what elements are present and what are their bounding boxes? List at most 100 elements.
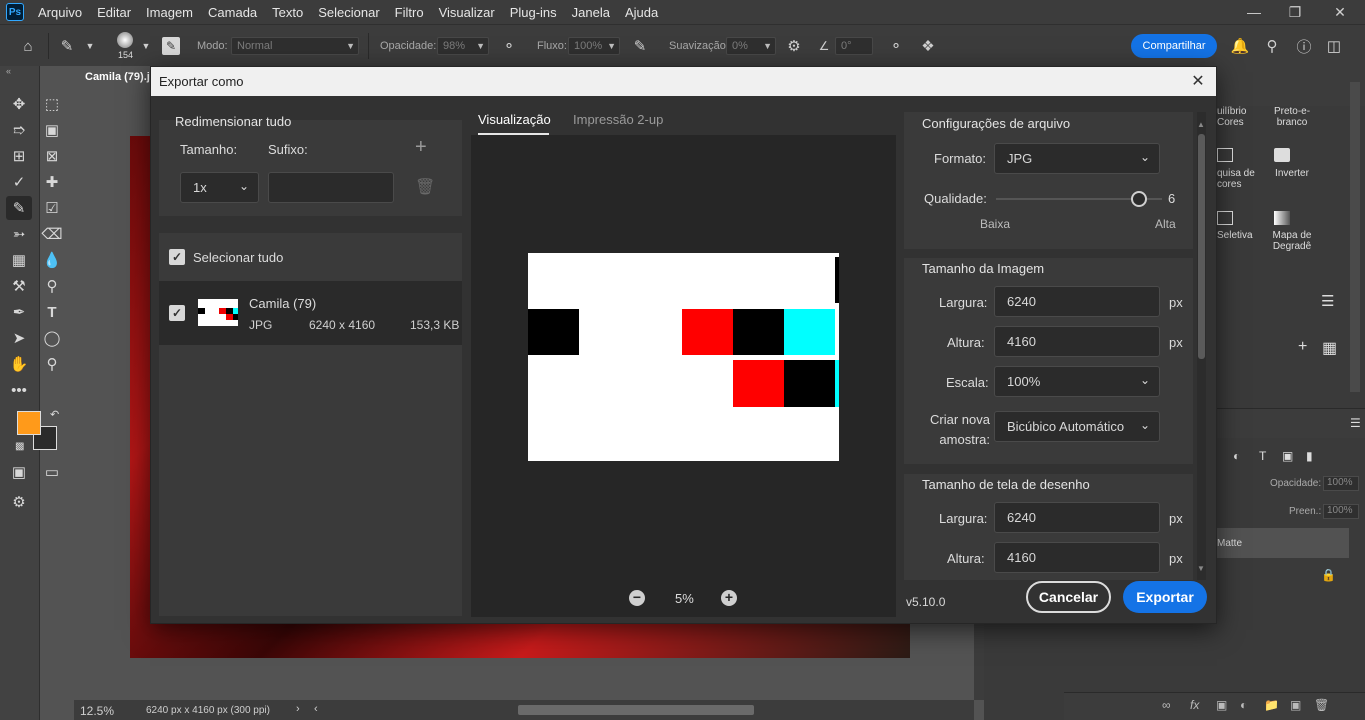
ellipse-tool-icon[interactable]: ◯ bbox=[39, 326, 65, 350]
chevron-left-icon[interactable]: ‹ bbox=[314, 703, 318, 715]
adjustment-invert[interactable]: Inverter bbox=[1263, 168, 1321, 179]
screen-mode-icon[interactable]: ▭ bbox=[39, 460, 65, 484]
adjustment-black-white[interactable]: Preto-e-branco bbox=[1263, 106, 1321, 128]
gradient-tool-icon[interactable]: ▦ bbox=[6, 248, 32, 272]
layer-row[interactable]: Matte bbox=[1217, 528, 1349, 558]
marquee-tool-icon[interactable]: ⬚ bbox=[39, 92, 65, 116]
type-tool-icon[interactable]: T bbox=[39, 300, 65, 324]
symmetry-icon[interactable]: ❖ bbox=[919, 37, 937, 55]
history-brush-tool-icon[interactable]: ➳ bbox=[6, 222, 32, 246]
cancel-button[interactable]: Cancelar bbox=[1026, 581, 1111, 613]
panel-scrollbar[interactable] bbox=[1350, 82, 1360, 392]
trash-icon[interactable]: 🗑 bbox=[1314, 698, 1329, 712]
stamp-tool-icon[interactable]: ☑ bbox=[39, 196, 65, 220]
bell-icon[interactable]: 🔔 bbox=[1231, 37, 1250, 55]
add-icon[interactable]: + bbox=[415, 136, 427, 159]
chevron-right-icon[interactable]: › bbox=[296, 703, 300, 715]
restore-icon[interactable]: ❐ bbox=[1275, 0, 1315, 24]
adjustment-icon[interactable]: ◐ bbox=[1240, 698, 1247, 712]
frame-tool-icon[interactable]: ⊠ bbox=[39, 144, 65, 168]
size-select[interactable]: 1x ⌄ bbox=[180, 172, 259, 203]
grid-icon[interactable]: ▦ bbox=[1322, 338, 1337, 358]
export-button[interactable]: Exportar bbox=[1123, 581, 1207, 613]
dodge-tool-icon[interactable]: ⚒ bbox=[6, 274, 32, 298]
canvas-height-input[interactable]: 4160 bbox=[994, 542, 1160, 573]
menu-selecionar[interactable]: Selecionar bbox=[318, 5, 379, 20]
resample-select[interactable]: Bicúbico Automático ⌄ bbox=[994, 411, 1160, 442]
adjustment-gradient-map[interactable]: Mapa de Degradê bbox=[1263, 230, 1321, 252]
lock-icon[interactable]: 🔒 bbox=[1321, 568, 1336, 582]
suffix-input[interactable] bbox=[268, 172, 394, 203]
close-window-icon[interactable]: ✕ bbox=[1320, 0, 1360, 24]
width-input[interactable]: 6240 bbox=[994, 286, 1160, 317]
zoom-lens-icon[interactable]: ⚲ bbox=[39, 274, 65, 298]
menu-imagem[interactable]: Imagem bbox=[146, 5, 193, 20]
swap-colors-icon[interactable]: ↶ bbox=[50, 408, 59, 421]
adjustment-color-lookup[interactable]: quisa de cores bbox=[1217, 168, 1257, 190]
chevron-down-icon[interactable]: ▼ bbox=[140, 37, 152, 55]
menu-janela[interactable]: Janela bbox=[572, 5, 610, 20]
angle-field[interactable]: 0° bbox=[835, 37, 873, 55]
gear-icon[interactable]: ⚙ bbox=[785, 37, 803, 55]
menu-visualizar[interactable]: Visualizar bbox=[439, 5, 495, 20]
tab-2up[interactable]: Impressão 2-up bbox=[573, 112, 663, 127]
mode-select[interactable]: Normal ▼ bbox=[231, 37, 359, 55]
eraser-tool-icon[interactable]: ⌫ bbox=[39, 222, 65, 246]
layer-opacity-field[interactable]: 100% bbox=[1323, 476, 1359, 491]
pressure-size-icon[interactable]: ⚬ bbox=[887, 37, 905, 55]
height-input[interactable]: 4160 bbox=[994, 326, 1160, 357]
crop-tool-icon[interactable]: ⊞ bbox=[6, 144, 32, 168]
close-icon[interactable]: ✕ bbox=[1188, 71, 1208, 91]
help-icon[interactable]: ⓘ bbox=[1295, 37, 1313, 56]
canvas-width-input[interactable]: 6240 bbox=[994, 502, 1160, 533]
healing-brush-tool-icon[interactable]: ✚ bbox=[39, 170, 65, 194]
link-layers-icon[interactable]: ∞ bbox=[1162, 698, 1171, 712]
type-filter-icon[interactable]: T bbox=[1259, 449, 1266, 463]
select-all-checkbox[interactable]: ✓ bbox=[169, 249, 185, 265]
format-select[interactable]: JPG ⌄ bbox=[994, 143, 1160, 174]
more-tools-icon[interactable]: ••• bbox=[6, 378, 32, 402]
smart-object-filter-icon[interactable]: ▮ bbox=[1306, 449, 1313, 463]
pen-tool-icon[interactable]: ✒ bbox=[6, 300, 32, 324]
chevron-down-icon[interactable]: ▼ bbox=[84, 37, 96, 55]
scrollbar-thumb[interactable] bbox=[1198, 134, 1205, 359]
generative-tool-icon[interactable]: ⚙ bbox=[6, 490, 32, 514]
brush-tool-icon[interactable]: ✎ bbox=[6, 196, 32, 220]
adjustment-selective-color[interactable]: Seletiva bbox=[1217, 230, 1257, 241]
menu-arquivo[interactable]: Arquivo bbox=[38, 5, 82, 20]
fx-icon[interactable]: fx bbox=[1190, 698, 1199, 712]
zoom-tool-icon[interactable]: ⚲ bbox=[39, 352, 65, 376]
minimize-icon[interactable]: — bbox=[1234, 0, 1274, 24]
menu-plugins[interactable]: Plug-ins bbox=[510, 5, 557, 20]
adjustment-layer-icon[interactable]: ◐ bbox=[1233, 449, 1240, 463]
default-colors-icon[interactable]: ▩ bbox=[15, 441, 24, 452]
tab-preview[interactable]: Visualização bbox=[478, 112, 551, 127]
menu-texto[interactable]: Texto bbox=[272, 5, 303, 20]
quality-slider-thumb[interactable] bbox=[1130, 191, 1147, 207]
adjustment-color-balance[interactable]: uilíbrio Cores bbox=[1217, 106, 1257, 128]
home-icon[interactable]: ⌂ bbox=[19, 37, 37, 55]
asset-row[interactable]: ✓ Camila (79) JPG 6240 x 4160 153,3 KB bbox=[159, 281, 462, 345]
horizontal-scrollbar[interactable] bbox=[518, 705, 754, 715]
foreground-color-swatch[interactable] bbox=[17, 411, 41, 435]
opacity-field[interactable]: 98% ▼ bbox=[437, 37, 489, 55]
brush-tool-icon[interactable]: ✎ bbox=[58, 37, 76, 55]
zoom-out-icon[interactable]: − bbox=[629, 590, 645, 606]
blur-tool-icon[interactable]: 💧 bbox=[39, 248, 65, 272]
quality-slider[interactable] bbox=[996, 191, 1162, 207]
flow-field[interactable]: 100% ▼ bbox=[568, 37, 620, 55]
add-icon[interactable]: + bbox=[1298, 338, 1307, 356]
search-icon[interactable]: ⚲ bbox=[1263, 37, 1281, 55]
quick-mask-icon[interactable]: ▣ bbox=[6, 460, 32, 484]
brush-preset-icon[interactable] bbox=[117, 32, 133, 48]
hand-tool-icon[interactable]: ✋ bbox=[6, 352, 32, 376]
eyedropper-tool-icon[interactable]: ✓ bbox=[6, 170, 32, 194]
move-tool-icon[interactable]: ✥ bbox=[6, 92, 32, 116]
path-select-tool-icon[interactable]: ➤ bbox=[6, 326, 32, 350]
menu-filtro[interactable]: Filtro bbox=[395, 5, 424, 20]
shape-filter-icon[interactable]: ▣ bbox=[1282, 449, 1293, 463]
mask-icon[interactable]: ▣ bbox=[1216, 698, 1227, 712]
menu-camada[interactable]: Camada bbox=[208, 5, 257, 20]
pressure-opacity-icon[interactable]: ⚬ bbox=[500, 37, 518, 55]
object-select-tool-icon[interactable]: ▣ bbox=[39, 118, 65, 142]
